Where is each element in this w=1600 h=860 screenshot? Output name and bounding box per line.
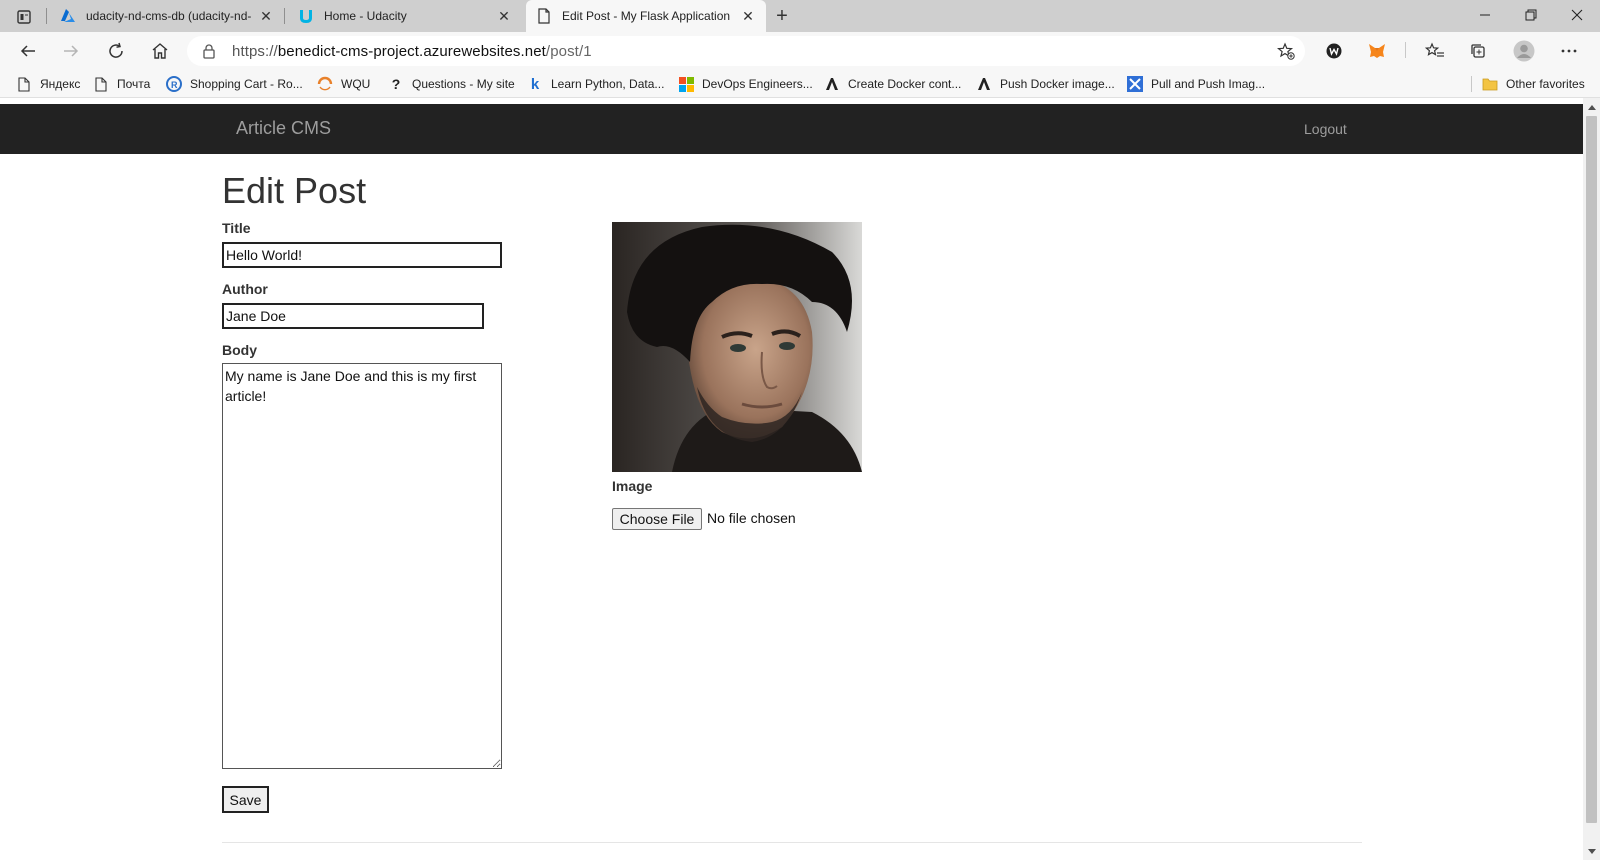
author-label: Author (222, 281, 268, 297)
home-icon[interactable] (146, 37, 174, 65)
profile-avatar-icon[interactable] (1510, 37, 1538, 65)
bookmark-learn-python[interactable]: k Learn Python, Data... (527, 74, 665, 94)
k-icon: k (530, 75, 540, 93)
add-favorite-icon[interactable] (1276, 42, 1295, 60)
tab-actions-icon[interactable] (10, 6, 38, 28)
title-input[interactable] (222, 242, 502, 268)
window-close-icon[interactable] (1554, 0, 1600, 30)
tab-separator (284, 8, 285, 24)
back-icon[interactable] (14, 37, 42, 65)
a-icon (976, 76, 992, 92)
browser-toolbar: https://benedict-cms-project.azurewebsit… (0, 32, 1600, 70)
page-icon (16, 76, 32, 92)
address-bar[interactable]: https://benedict-cms-project.azurewebsit… (187, 36, 1305, 66)
bookmarks-separator (1471, 76, 1472, 92)
svg-text:R: R (171, 80, 178, 90)
body-textarea[interactable]: My name is Jane Doe and this is my first… (222, 363, 502, 769)
author-input[interactable] (222, 303, 484, 329)
body-label: Body (222, 342, 257, 358)
page-scrollbar[interactable] (1583, 98, 1600, 860)
tab-separator (46, 8, 47, 24)
tab-title: Edit Post - My Flask Application (562, 9, 731, 23)
save-button[interactable]: Save (222, 786, 269, 813)
r-icon: R (166, 76, 182, 92)
file-status-text: No file chosen (707, 510, 796, 526)
bookmark-pochta[interactable]: Почта (93, 74, 150, 94)
scroll-down-icon[interactable] (1583, 843, 1600, 860)
tab-udacity[interactable]: Home - Udacity ✕ (288, 0, 522, 32)
bookmark-shopping-cart[interactable]: R Shopping Cart - Ro... (166, 74, 303, 94)
restore-icon[interactable] (1508, 0, 1554, 30)
tab-strip: udacity-nd-cms-db (udacity-nd- ✕ Home - … (0, 0, 1600, 32)
portrait-photo (612, 222, 862, 472)
bookmarks-bar: Яндекс Почта R Shopping Cart - Ro... WQU… (0, 70, 1600, 98)
tab-title: udacity-nd-cms-db (udacity-nd- (86, 9, 252, 23)
page-icon (536, 8, 552, 24)
reload-icon[interactable] (102, 37, 130, 65)
page-viewport: Article CMS Logout Edit Post Title Autho… (0, 98, 1583, 860)
close-icon[interactable]: ✕ (258, 8, 274, 24)
new-tab-button[interactable]: + (770, 4, 794, 28)
url-text: https://benedict-cms-project.azurewebsit… (232, 43, 592, 60)
post-image (612, 222, 862, 472)
logout-link[interactable]: Logout (1304, 121, 1347, 137)
bookmark-devops[interactable]: DevOps Engineers... (678, 74, 813, 94)
x-icon (1127, 76, 1143, 92)
favorites-icon[interactable] (1421, 37, 1449, 65)
tab-title: Home - Udacity (324, 9, 407, 23)
image-label: Image (612, 478, 653, 494)
extension-icon[interactable] (1320, 37, 1348, 65)
azure-icon (60, 8, 76, 24)
udacity-icon (298, 8, 314, 24)
app-navbar: Article CMS Logout (0, 104, 1583, 154)
close-icon[interactable]: ✕ (496, 8, 512, 24)
windows-icon (678, 76, 694, 92)
toolbar-separator (1405, 42, 1406, 58)
bookmark-create-docker[interactable]: Create Docker cont... (824, 74, 961, 94)
scroll-up-icon[interactable] (1583, 98, 1600, 115)
bookmark-yandex[interactable]: Яндекс (16, 74, 80, 94)
title-label: Title (222, 220, 251, 236)
forward-icon[interactable] (57, 37, 85, 65)
lock-icon[interactable] (201, 43, 217, 59)
brand-link[interactable]: Article CMS (236, 118, 331, 139)
other-favorites[interactable]: Other favorites (1482, 74, 1585, 94)
footer-divider (222, 842, 1362, 843)
minimize-icon[interactable] (1462, 0, 1508, 30)
metamask-icon[interactable] (1363, 37, 1391, 65)
wqu-icon (317, 76, 333, 92)
more-menu-icon[interactable] (1555, 37, 1583, 65)
bookmark-wqu[interactable]: WQU (317, 74, 370, 94)
a-icon (824, 76, 840, 92)
choose-file-button[interactable]: Choose File (612, 508, 702, 530)
bookmark-questions[interactable]: ? Questions - My site (388, 74, 515, 94)
tab-azure[interactable]: udacity-nd-cms-db (udacity-nd- ✕ (50, 0, 284, 32)
bookmark-push-docker[interactable]: Push Docker image... (976, 74, 1115, 94)
question-icon: ? (391, 76, 401, 92)
folder-icon (1482, 76, 1498, 92)
bookmark-pull-push[interactable]: Pull and Push Imag... (1127, 74, 1265, 94)
scroll-thumb[interactable] (1586, 116, 1597, 823)
tab-edit-post[interactable]: Edit Post - My Flask Application ✕ (526, 0, 766, 32)
close-icon[interactable]: ✕ (740, 8, 756, 24)
page-title: Edit Post (222, 170, 367, 211)
page-icon (93, 76, 109, 92)
collections-icon[interactable] (1464, 37, 1492, 65)
